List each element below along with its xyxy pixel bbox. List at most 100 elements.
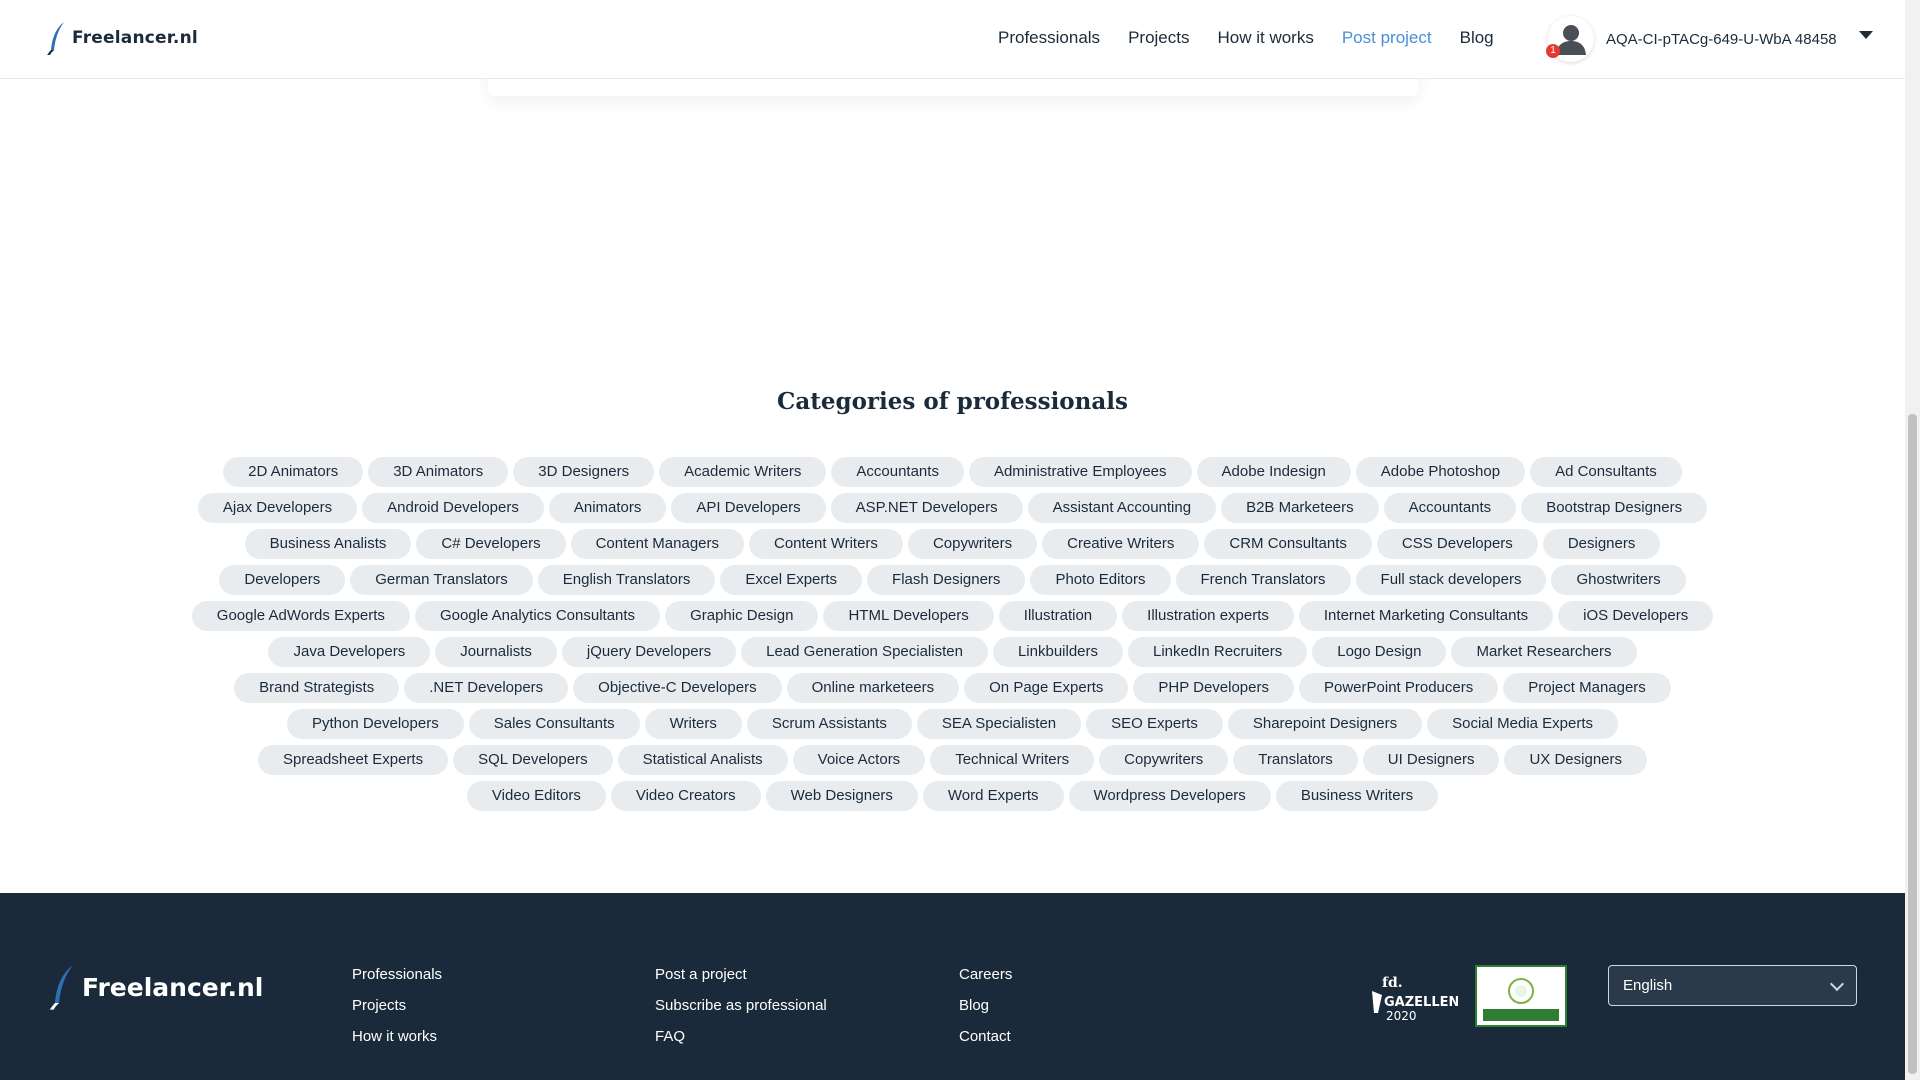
category-chip[interactable]: Java Developers bbox=[268, 637, 431, 667]
category-chip[interactable]: CSS Developers bbox=[1376, 529, 1538, 559]
footer-link-how-it-works[interactable]: How it works bbox=[352, 1028, 442, 1045]
category-chip[interactable]: LinkedIn Recruiters bbox=[1128, 637, 1308, 667]
footer-link-subscribe[interactable]: Subscribe as professional bbox=[655, 997, 827, 1014]
category-chip[interactable]: Statistical Analists bbox=[617, 745, 788, 775]
category-chip[interactable]: Full stack developers bbox=[1355, 565, 1547, 595]
nav-how-it-works[interactable]: How it works bbox=[1217, 28, 1313, 48]
user-menu[interactable]: 1 AQA-CI-pTACg-649-U-WbA 48458 bbox=[1546, 16, 1873, 62]
category-chip[interactable]: Google Analytics Consultants bbox=[414, 601, 661, 631]
category-chip[interactable]: Market Researchers bbox=[1451, 637, 1637, 667]
category-chip[interactable]: Voice Actors bbox=[792, 745, 926, 775]
category-chip[interactable]: Business Analists bbox=[244, 529, 412, 559]
category-chip[interactable]: Video Editors bbox=[466, 781, 606, 811]
category-chip[interactable]: Online marketeers bbox=[786, 673, 960, 703]
category-chip[interactable]: .NET Developers bbox=[404, 673, 569, 703]
category-chip[interactable]: Flash Designers bbox=[867, 565, 1026, 595]
category-chip[interactable]: PHP Developers bbox=[1133, 673, 1294, 703]
category-chip[interactable]: UI Designers bbox=[1362, 745, 1500, 775]
category-chip[interactable]: Spreadsheet Experts bbox=[257, 745, 449, 775]
category-chip[interactable]: Journalists bbox=[435, 637, 557, 667]
category-chip[interactable]: Web Designers bbox=[765, 781, 918, 811]
category-chip[interactable]: ASP.NET Developers bbox=[830, 493, 1023, 523]
category-chip[interactable]: Video Creators bbox=[610, 781, 761, 811]
footer-link-projects[interactable]: Projects bbox=[352, 997, 442, 1014]
category-chip[interactable]: Illustration bbox=[998, 601, 1118, 631]
caret-down-icon[interactable] bbox=[1858, 31, 1873, 39]
category-chip[interactable]: CRM Consultants bbox=[1204, 529, 1372, 559]
scrollbar-thumb[interactable] bbox=[1908, 414, 1917, 1074]
footer-link-contact[interactable]: Contact bbox=[959, 1028, 1012, 1045]
footer-link-careers[interactable]: Careers bbox=[959, 966, 1012, 983]
category-chip[interactable]: Ajax Developers bbox=[197, 493, 358, 523]
category-chip[interactable]: HTML Developers bbox=[823, 601, 994, 631]
category-chip[interactable]: Accountants bbox=[831, 457, 964, 487]
category-chip[interactable]: Bootstrap Designers bbox=[1521, 493, 1708, 523]
category-chip[interactable]: Lead Generation Specialisten bbox=[741, 637, 988, 667]
category-chip[interactable]: French Translators bbox=[1175, 565, 1351, 595]
category-chip[interactable]: Administrative Employees bbox=[968, 457, 1192, 487]
category-chip[interactable]: Writers bbox=[644, 709, 742, 739]
category-chip[interactable]: Sales Consultants bbox=[468, 709, 640, 739]
category-chip[interactable]: Wordpress Developers bbox=[1068, 781, 1271, 811]
category-chip[interactable]: Linkbuilders bbox=[992, 637, 1123, 667]
category-chip[interactable]: Adobe Indesign bbox=[1196, 457, 1351, 487]
category-chip[interactable]: PowerPoint Producers bbox=[1299, 673, 1499, 703]
category-chip[interactable]: Photo Editors bbox=[1030, 565, 1171, 595]
category-chip[interactable]: Developers bbox=[219, 565, 346, 595]
category-chip[interactable]: Logo Design bbox=[1312, 637, 1447, 667]
category-chip[interactable]: Copywriters bbox=[907, 529, 1038, 559]
footer-logo[interactable]: Freelancer.nl bbox=[48, 963, 263, 1011]
category-chip[interactable]: API Developers bbox=[671, 493, 826, 523]
category-chip[interactable]: Excel Experts bbox=[720, 565, 863, 595]
category-chip[interactable]: iOS Developers bbox=[1558, 601, 1714, 631]
category-chip[interactable]: Adobe Photoshop bbox=[1355, 457, 1526, 487]
category-chip[interactable]: Technical Writers bbox=[930, 745, 1095, 775]
category-chip[interactable]: Graphic Design bbox=[665, 601, 819, 631]
category-chip[interactable]: Social Media Experts bbox=[1427, 709, 1619, 739]
category-chip[interactable]: SEO Experts bbox=[1086, 709, 1223, 739]
nav-professionals[interactable]: Professionals bbox=[998, 28, 1100, 48]
category-chip[interactable]: Illustration experts bbox=[1122, 601, 1294, 631]
nav-blog[interactable]: Blog bbox=[1460, 28, 1494, 48]
category-chip[interactable]: Brand Strategists bbox=[234, 673, 400, 703]
category-chip[interactable]: Ghostwriters bbox=[1551, 565, 1686, 595]
category-chip[interactable]: SEA Specialisten bbox=[916, 709, 1082, 739]
avatar[interactable]: 1 bbox=[1546, 16, 1594, 62]
category-chip[interactable]: Project Managers bbox=[1503, 673, 1671, 703]
category-chip[interactable]: 3D Animators bbox=[368, 457, 509, 487]
category-chip[interactable]: On Page Experts bbox=[964, 673, 1129, 703]
category-chip[interactable]: Translators bbox=[1233, 745, 1358, 775]
category-chip[interactable]: SQL Developers bbox=[453, 745, 613, 775]
category-chip[interactable]: 3D Designers bbox=[513, 457, 655, 487]
footer-link-faq[interactable]: FAQ bbox=[655, 1028, 827, 1045]
nav-projects[interactable]: Projects bbox=[1128, 28, 1189, 48]
category-chip[interactable]: Internet Marketing Consultants bbox=[1298, 601, 1554, 631]
category-chip[interactable]: Objective-C Developers bbox=[573, 673, 782, 703]
category-chip[interactable]: Content Managers bbox=[570, 529, 744, 559]
category-chip[interactable]: UX Designers bbox=[1504, 745, 1648, 775]
category-chip[interactable]: Designers bbox=[1542, 529, 1661, 559]
page-scrollbar[interactable] bbox=[1905, 0, 1920, 1080]
category-chip[interactable]: Animators bbox=[548, 493, 667, 523]
nav-post-project[interactable]: Post project bbox=[1342, 28, 1432, 48]
footer-link-professionals[interactable]: Professionals bbox=[352, 966, 442, 983]
category-chip[interactable]: Sharepoint Designers bbox=[1227, 709, 1423, 739]
footer-link-post-project[interactable]: Post a project bbox=[655, 966, 827, 983]
category-chip[interactable]: Word Experts bbox=[922, 781, 1064, 811]
category-chip[interactable]: German Translators bbox=[350, 565, 533, 595]
category-chip[interactable]: Google AdWords Experts bbox=[191, 601, 410, 631]
category-chip[interactable]: English Translators bbox=[537, 565, 716, 595]
category-chip[interactable]: B2B Marketeers bbox=[1221, 493, 1379, 523]
category-chip[interactable]: Assistant Accounting bbox=[1027, 493, 1217, 523]
category-chip[interactable]: Python Developers bbox=[286, 709, 464, 739]
language-select[interactable]: English bbox=[1608, 965, 1857, 1006]
category-chip[interactable]: Creative Writers bbox=[1042, 529, 1200, 559]
category-chip[interactable]: C# Developers bbox=[416, 529, 566, 559]
category-chip[interactable]: Android Developers bbox=[362, 493, 544, 523]
category-chip[interactable]: Ad Consultants bbox=[1530, 457, 1682, 487]
site-logo[interactable]: Freelancer.nl bbox=[46, 20, 198, 56]
footer-link-blog[interactable]: Blog bbox=[959, 997, 1012, 1014]
category-chip[interactable]: Academic Writers bbox=[659, 457, 827, 487]
category-chip[interactable]: Business Writers bbox=[1275, 781, 1439, 811]
category-chip[interactable]: Scrum Assistants bbox=[746, 709, 912, 739]
